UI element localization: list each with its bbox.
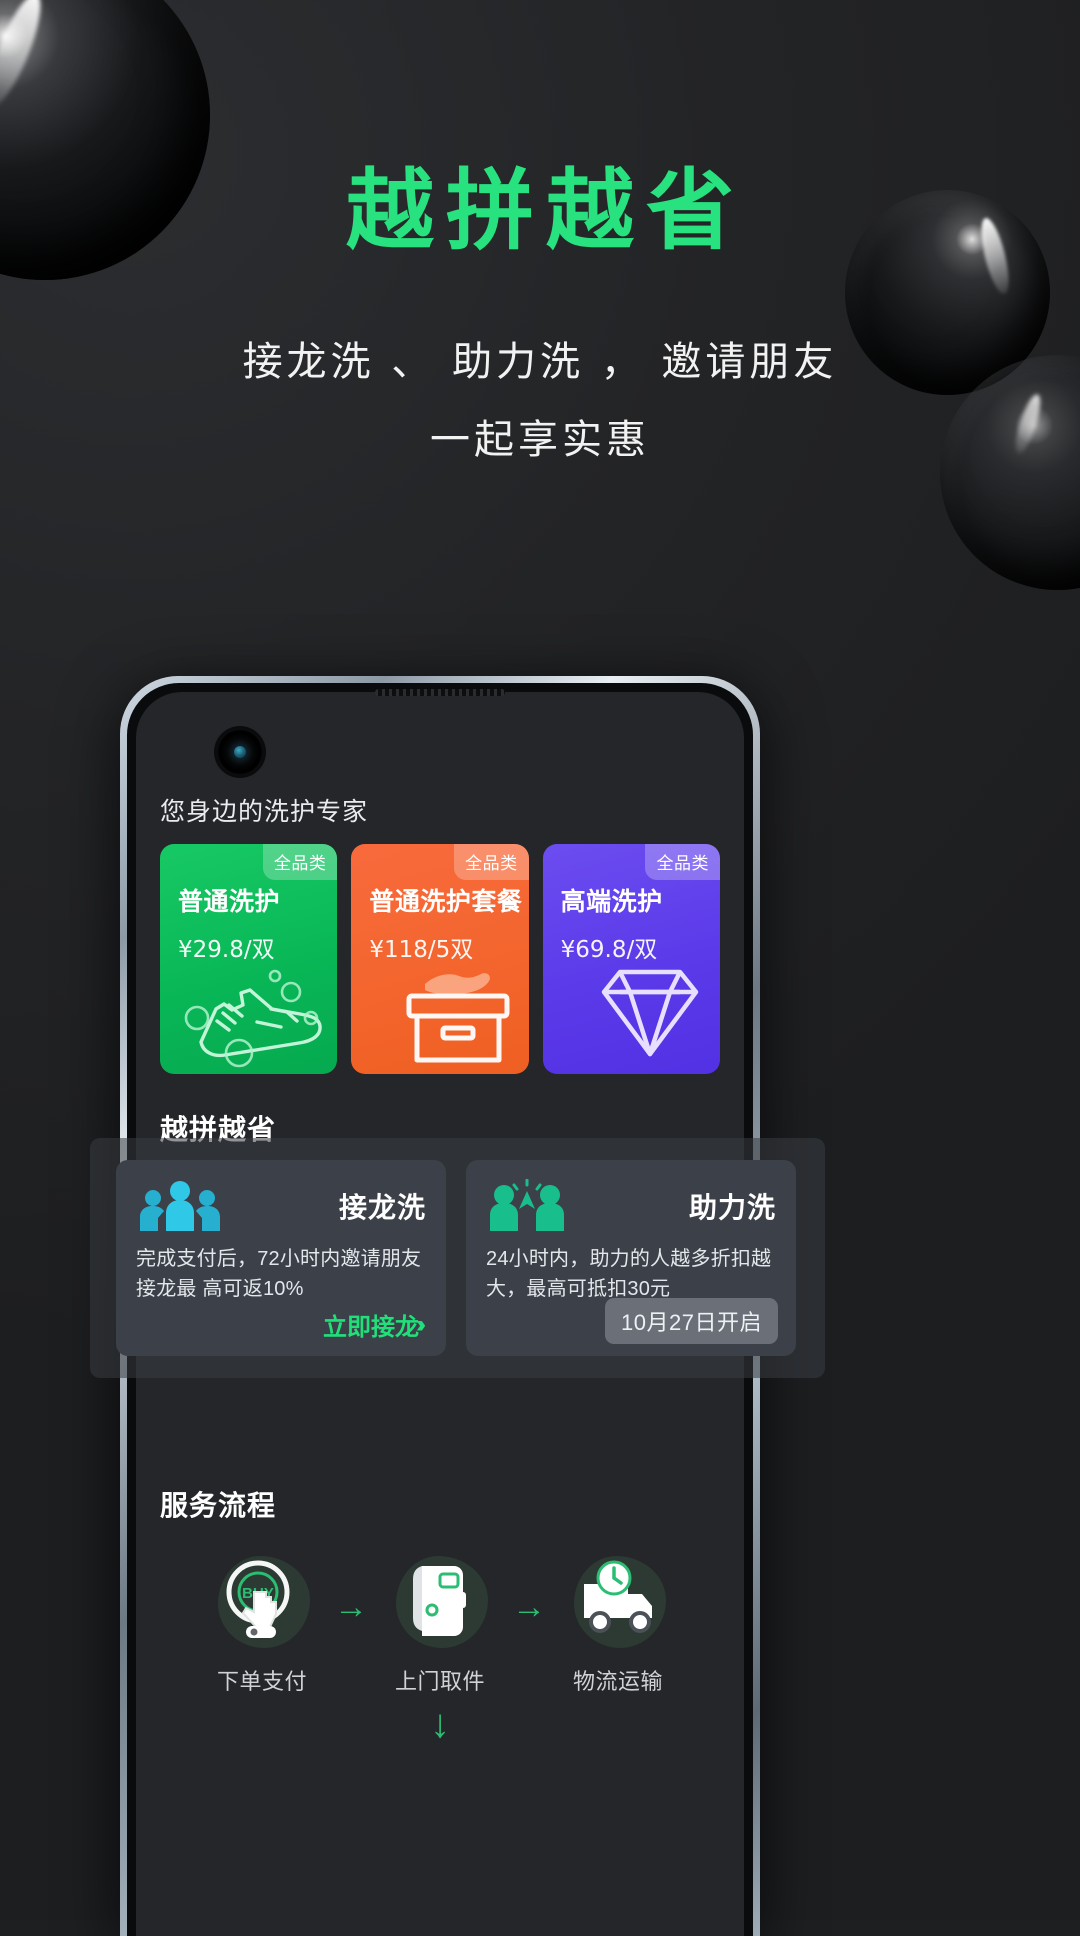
product-title: 高端洗护 (560, 888, 663, 916)
product-card-list: 全品类 普通洗护 ¥29.8/双 全品类 普通洗护套餐 ¥118/5双 全品类 … (160, 844, 720, 1074)
high-five-icon (486, 1179, 568, 1233)
product-tag: 全品类 (454, 844, 529, 880)
flow-step-logistics[interactable]: 物流运输 (554, 1548, 682, 1696)
promo-card-chain-wash[interactable]: 接龙洗 完成支付后，72小时内邀请朋友接龙最 高可返10% 立即接龙 › › › (116, 1160, 446, 1356)
phone-speaker-grille (375, 689, 505, 696)
sneaker-icon (179, 956, 329, 1068)
flow-arrow-icon: → (512, 1588, 546, 1626)
product-tag: 全品类 (262, 844, 338, 880)
promo-cta-label: 立即接龙 (323, 1314, 419, 1341)
product-card-standard[interactable]: 全品类 普通洗护 ¥29.8/双 (160, 844, 338, 1074)
promo-card-header: 助力洗 (486, 1178, 776, 1234)
shoe-box-icon (395, 956, 521, 1068)
promo-card-boost-wash[interactable]: 助力洗 24小时内，助力的人越多折扣越大，最高可抵扣30元 10月27日开启 (466, 1160, 796, 1356)
hero-subtitle-line-1: 接龙洗 、 助力洗 ， 邀请朋友 (242, 338, 838, 385)
flow-arrow-icon: → (334, 1588, 368, 1626)
app-tagline: 您身边的洗护专家 (160, 798, 369, 826)
flow-heading-wrap: 服务流程 (160, 1450, 720, 1528)
pickup-bag-icon (388, 1548, 492, 1652)
start-chain-button[interactable]: 立即接龙 › › › (323, 1307, 426, 1342)
delivery-truck-icon (566, 1548, 670, 1652)
promo-card-header: 接龙洗 (136, 1178, 426, 1234)
flow-step-label: 下单支付 (216, 1669, 307, 1694)
product-card-package[interactable]: 全品类 普通洗护套餐 ¥118/5双 (351, 844, 529, 1074)
promo-start-date-badge: 10月27日开启 (605, 1298, 778, 1344)
product-card-premium[interactable]: 全品类 高端洗护 ¥69.8/双 (542, 844, 720, 1074)
chevron-right-icon: › › › (416, 1310, 426, 1338)
promo-card-title: 助力洗 (688, 1192, 776, 1223)
flow-step-order-pay[interactable]: BUY 下单支付 (198, 1548, 326, 1696)
buy-tap-icon: BUY (210, 1548, 314, 1652)
product-title: 普通洗护套餐 (369, 888, 523, 916)
flow-step-label: 上门取件 (394, 1669, 485, 1694)
hero-section: 越拼越省 接龙洗 、 助力洗 ， 邀请朋友 一起享实惠 (0, 0, 1080, 479)
flow-step-label: 物流运输 (572, 1669, 663, 1694)
promo-card-description: 24小时内，助力的人越多折扣越大，最高可抵扣30元 (486, 1248, 772, 1300)
service-flow-steps: BUY 下单支付 → (160, 1548, 720, 1696)
hero-title: 越拼越省 (345, 159, 746, 262)
front-camera-icon (218, 730, 262, 774)
product-tag: 全品类 (645, 844, 720, 880)
flow-down-arrow-icon: ↓ (430, 1702, 450, 1746)
flow-step-pickup[interactable]: 上门取件 (376, 1548, 504, 1696)
diamond-icon (588, 958, 712, 1068)
promo-card-description: 完成支付后，72小时内邀请朋友接龙最 高可返10% (136, 1248, 422, 1300)
promo-card-row: 接龙洗 完成支付后，72小时内邀请朋友接龙最 高可返10% 立即接龙 ››› (90, 1138, 825, 1378)
flow-section-heading: 服务流程 (160, 1484, 279, 1528)
product-title: 普通洗护 (178, 888, 281, 916)
hero-subtitle-line-2: 一起享实惠 (430, 416, 650, 463)
group-people-icon (136, 1179, 224, 1233)
promo-card-title: 接龙洗 (338, 1192, 426, 1223)
hero-subtitle: 接龙洗 、 助力洗 ， 邀请朋友 一起享实惠 (0, 323, 1080, 479)
promo-card-container: 接龙洗 完成支付后，72小时内邀请朋友接龙最 高可返10% 立即接龙 ››› (90, 1138, 825, 1378)
